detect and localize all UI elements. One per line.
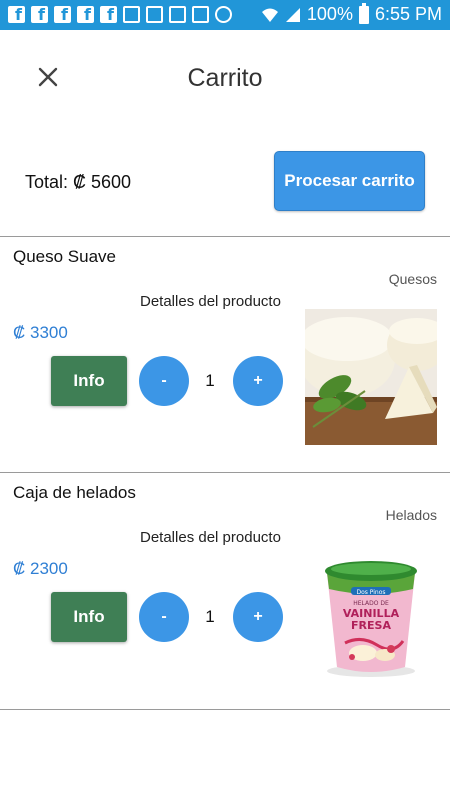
product-price: ₡ 3300 <box>13 323 68 342</box>
process-cart-button[interactable]: Procesar carrito <box>274 151 425 211</box>
cart-item: Caja de helados Helados Detalles del pro… <box>0 473 450 709</box>
battery-percent: 100% <box>306 4 353 24</box>
sync-icon <box>215 6 232 23</box>
info-button[interactable]: Info <box>51 592 127 642</box>
increase-quantity-button[interactable]: + <box>233 356 283 406</box>
cheese-image <box>305 309 437 445</box>
ice-cream-brand: Dos Pinos <box>356 589 385 596</box>
product-details-label: Detalles del producto <box>140 529 281 546</box>
wifi-icon <box>261 8 278 22</box>
cart-item: Queso Suave Quesos Detalles del producto… <box>0 237 450 473</box>
facebook-icon <box>8 5 25 24</box>
product-details-label: Detalles del producto <box>140 293 281 310</box>
product-price: ₡ 2300 <box>13 559 68 578</box>
increase-quantity-button[interactable]: + <box>233 592 283 642</box>
image-icon <box>169 6 186 23</box>
facebook-icon <box>31 5 48 24</box>
battery-icon <box>358 2 369 24</box>
cart-total: Total: ₡ 5600 <box>25 172 132 192</box>
page-title: Carrito <box>187 64 263 92</box>
product-name: Caja de helados <box>13 483 136 502</box>
product-name: Queso Suave <box>13 247 117 266</box>
decrease-quantity-button[interactable]: - <box>139 592 189 642</box>
system-status: 100% 6:55 PM <box>261 2 442 25</box>
facebook-icon <box>100 5 117 24</box>
product-category: Helados <box>385 507 437 523</box>
info-button[interactable]: Info <box>51 356 127 406</box>
clock: 6:55 PM <box>374 4 442 24</box>
facebook-icon <box>54 5 71 24</box>
decrease-quantity-button[interactable]: - <box>139 356 189 406</box>
product-category: Quesos <box>388 271 437 287</box>
quantity-value: 1 <box>205 371 215 390</box>
ice-cream-line-3: FRESA <box>351 619 391 632</box>
cast-icon <box>192 6 209 23</box>
status-bar: 100% 6:55 PM <box>0 0 450 30</box>
message-icon <box>146 6 163 23</box>
video-icon <box>123 6 140 23</box>
facebook-icon <box>77 5 94 24</box>
signal-icon <box>285 7 300 22</box>
ice-cream-line-1: HELADO DE <box>353 600 389 607</box>
divider <box>0 709 450 710</box>
ice-cream-tub-image: Dos Pinos HELADO DE VAINILLA FRESA <box>305 545 437 681</box>
quantity-value: 1 <box>205 607 215 626</box>
notification-icons <box>8 5 232 24</box>
